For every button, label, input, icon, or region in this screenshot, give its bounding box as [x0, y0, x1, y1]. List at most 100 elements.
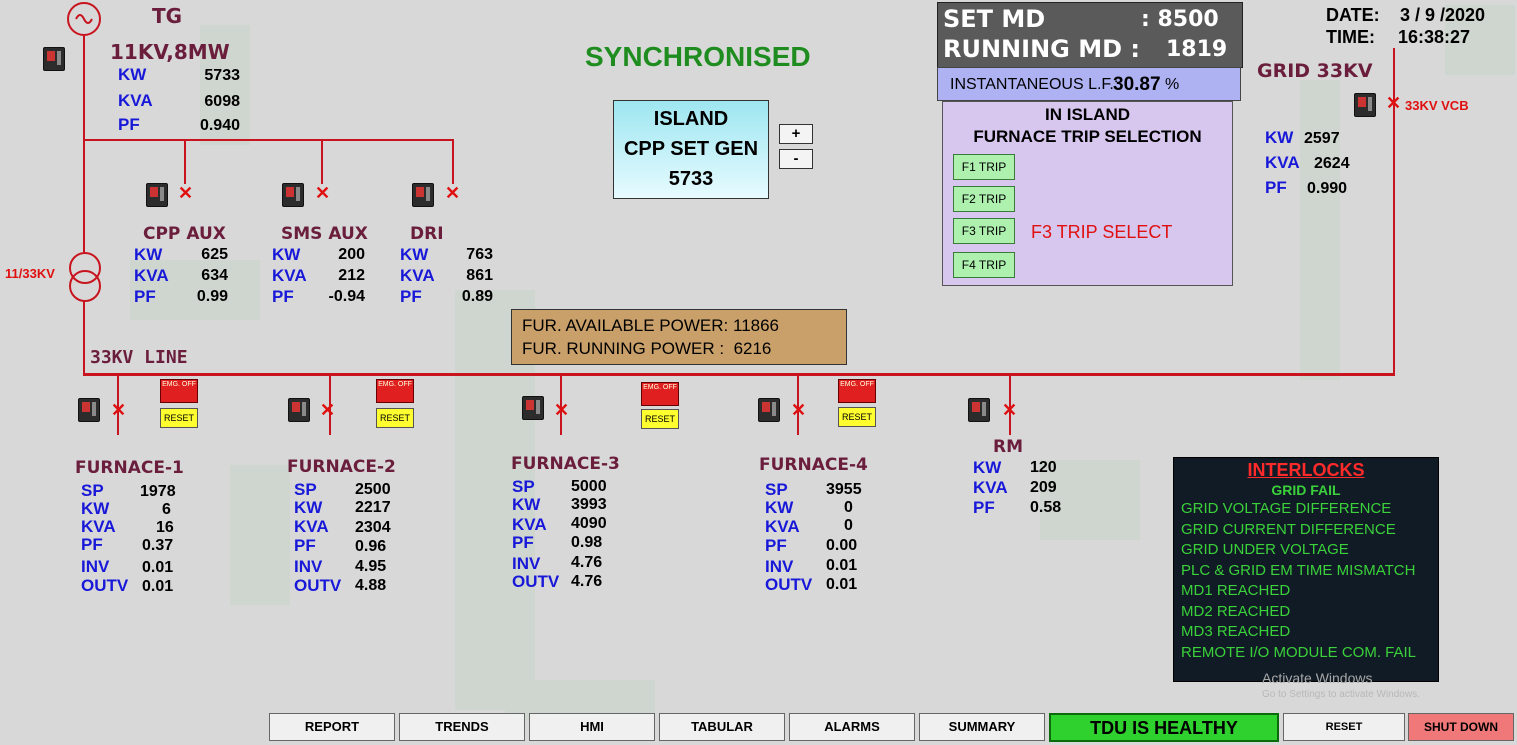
furnace-4-name: FURNACE-4 — [759, 455, 868, 475]
furnace-3-emg-off-button[interactable]: EMG. OFF — [641, 382, 679, 406]
furnace-2-breaker-icon[interactable]: ✕ — [320, 401, 335, 419]
rm-kva-label: KVA — [973, 478, 1008, 497]
rm-breaker-icon[interactable]: ✕ — [1002, 401, 1017, 419]
grid-kw-value: 2597 — [1304, 130, 1340, 147]
time-value: 16:38:27 — [1398, 27, 1471, 47]
interlock-item: PLC & GRID EM TIME MISMATCH — [1181, 561, 1416, 579]
furnace-1-inv-value: 0.01 — [142, 559, 174, 576]
cpp-aux-meter-icon[interactable] — [146, 183, 168, 207]
dri-meter-icon[interactable] — [412, 183, 434, 207]
furnace-4-meter-icon[interactable] — [758, 398, 780, 422]
interlock-item: GRID UNDER VOLTAGE — [1181, 541, 1349, 558]
furnace-2-meter-icon[interactable] — [288, 398, 310, 422]
grid-meter-icon[interactable] — [1354, 93, 1376, 117]
hmi-button[interactable]: HMI — [529, 713, 655, 741]
tg-pf-value: 0.940 — [199, 117, 240, 134]
dri-kw-value: 763 — [466, 246, 493, 263]
furnace-4-inv-value: 0.01 — [826, 557, 858, 574]
furnace-4-emg-off-button[interactable]: EMG. OFF — [838, 379, 876, 403]
furnace-4-reset-button[interactable]: RESET — [838, 407, 876, 427]
furnace-2-outv-value: 4.88 — [355, 577, 387, 594]
dri-breaker-icon[interactable]: ✕ — [445, 184, 460, 202]
summary-button[interactable]: SUMMARY — [919, 713, 1045, 741]
furnace-2-kva-label: KVA — [294, 517, 329, 536]
f2-trip-button[interactable]: F2 TRIP — [953, 186, 1015, 212]
cpp-aux-breaker-icon[interactable]: ✕ — [178, 184, 193, 202]
furnace-1-kva-value: 16 — [156, 519, 174, 536]
furnace-1-kva-label: KVA — [81, 517, 116, 536]
furnace-3-sp-value: 5000 — [571, 478, 607, 495]
fur-available-label: FUR. AVAILABLE POWER: — [522, 316, 729, 335]
tg-meter-icon[interactable] — [43, 47, 65, 71]
report-button[interactable]: REPORT — [269, 713, 395, 741]
furnace-1-kw-label: KW — [81, 499, 110, 518]
date-label: DATE: — [1326, 5, 1380, 25]
tabular-button[interactable]: TABULAR — [659, 713, 785, 741]
tg-title: TG — [152, 4, 183, 28]
furnace-2-reset-button[interactable]: RESET — [376, 408, 414, 428]
grid-kva-value: 2624 — [1314, 155, 1350, 172]
interlock-list: GRID VOLTAGE DIFFERENCE GRID CURRENT DIF… — [1174, 499, 1438, 663]
decrease-button[interactable]: - — [779, 149, 813, 169]
cpp-set-gen-value: 5733 — [668, 168, 714, 190]
increase-button[interactable]: + — [779, 124, 813, 144]
tg-kw-value: 5733 — [204, 67, 240, 84]
furnace-4-outv-value: 0.01 — [826, 576, 858, 593]
grid-breaker-icon[interactable]: ✕ — [1386, 94, 1401, 112]
furnace-4-pf-label: PF — [765, 536, 787, 555]
tg-kw-label: KW — [118, 65, 147, 84]
furnace-4-outv-label: OUTV — [765, 575, 813, 594]
date-value: 3 / 9 /2020 — [1400, 5, 1486, 25]
rm-meter-icon[interactable] — [968, 398, 990, 422]
bg-patch — [230, 465, 290, 605]
running-md-label: RUNNING MD : — [943, 35, 1140, 63]
trends-button[interactable]: TRENDS — [399, 713, 525, 741]
f4-trip-button[interactable]: F4 TRIP — [953, 252, 1015, 278]
furnace-1-reset-button[interactable]: RESET — [160, 408, 198, 428]
furnace-1-breaker-icon[interactable]: ✕ — [111, 401, 126, 419]
island-label: ISLAND — [653, 108, 729, 130]
sms-aux-breaker-icon[interactable]: ✕ — [315, 184, 330, 202]
interlock-grid-fail: GRID FAIL — [1271, 482, 1341, 498]
furnace-2-sp-value: 2500 — [355, 481, 391, 498]
aux-bus-line — [83, 139, 454, 141]
furnace-1-emg-off-button[interactable]: EMG. OFF — [160, 379, 198, 403]
transformer-icon — [67, 250, 101, 302]
furnace-3-pf-label: PF — [512, 533, 534, 552]
f1-trip-button[interactable]: F1 TRIP — [953, 154, 1015, 180]
sms-aux-meter-icon[interactable] — [282, 183, 304, 207]
generator-icon — [67, 2, 101, 36]
furnace-3-breaker-icon[interactable]: ✕ — [554, 401, 569, 419]
furnace-1-inv-label: INV — [81, 557, 110, 576]
furnace-4-pf-value: 0.00 — [826, 537, 858, 554]
furnace-3-kw-value: 3993 — [571, 496, 607, 513]
furnace-4-kw-label: KW — [765, 498, 794, 517]
furnace-2-sp-label: SP — [294, 480, 317, 499]
dri-drop — [452, 139, 454, 184]
dri-name: DRI — [410, 224, 444, 244]
rm-kva-value: 209 — [1030, 479, 1057, 496]
furnace-2-inv-label: INV — [294, 557, 323, 576]
tg-kva-label: KVA — [118, 91, 153, 110]
shutdown-button[interactable]: SHUT DOWN — [1408, 713, 1514, 741]
furnace-1-meter-icon[interactable] — [78, 398, 100, 422]
furnace-3-meter-icon[interactable] — [522, 396, 544, 420]
furnace-3-reset-button[interactable]: RESET — [641, 409, 679, 429]
tg-pf-label: PF — [118, 115, 140, 134]
rm-kw-label: KW — [973, 458, 1002, 477]
tg-vertical-line-lower — [83, 300, 85, 374]
cpp-aux-kva-value: 634 — [201, 267, 228, 284]
furnace-2-kw-value: 2217 — [355, 499, 391, 516]
furnace-4-sp-value: 3955 — [826, 481, 862, 498]
grid-pf-label: PF — [1265, 178, 1287, 197]
furnace-2-emg-off-button[interactable]: EMG. OFF — [376, 379, 414, 403]
sms-aux-kw-value: 200 — [338, 246, 365, 263]
furnace-1-sp-value: 1978 — [140, 483, 176, 500]
furnace-2-inv-value: 4.95 — [355, 558, 387, 575]
f3-trip-button[interactable]: F3 TRIP — [953, 218, 1015, 244]
interlocks-title: INTERLOCKS — [1247, 460, 1365, 480]
alarms-button[interactable]: ALARMS — [789, 713, 915, 741]
reset-button[interactable]: RESET — [1283, 713, 1405, 741]
cpp-aux-kva-label: KVA — [134, 266, 169, 285]
furnace-4-breaker-icon[interactable]: ✕ — [791, 401, 806, 419]
